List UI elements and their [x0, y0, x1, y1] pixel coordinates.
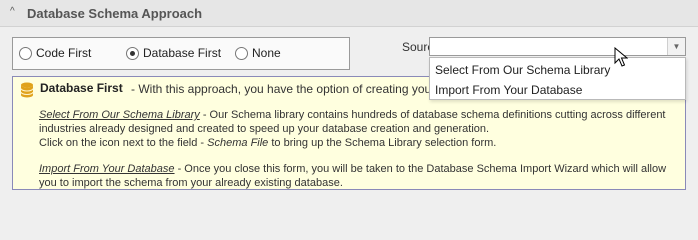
radio-circle[interactable]: [126, 46, 139, 60]
import-database-link[interactable]: Import From Your Database: [39, 163, 175, 175]
info-title: Database First: [40, 81, 123, 95]
approach-radio-group: Code First Database First None: [12, 37, 350, 70]
radio-label[interactable]: Database First: [143, 46, 221, 60]
info-text: Click on the icon next to the field -: [39, 137, 208, 149]
radio-circle[interactable]: [235, 46, 248, 60]
radio-label[interactable]: Code First: [36, 46, 91, 60]
group-title: Database Schema Approach: [27, 6, 203, 21]
info-intro: - With this approach, you have the optio…: [131, 82, 464, 96]
dropdown-option[interactable]: Import From Your Database: [435, 83, 582, 97]
chevron-up-icon[interactable]: ^: [10, 6, 15, 17]
dropdown-option[interactable]: Select From Our Schema Library: [435, 63, 610, 77]
source-dropdown-list[interactable]: Select From Our Schema Library Import Fr…: [429, 57, 686, 100]
radio-circle[interactable]: [19, 46, 32, 60]
schema-library-link[interactable]: Select From Our Schema Library: [39, 109, 200, 121]
mouse-pointer-icon: [614, 47, 628, 67]
schema-file-emphasis: Schema File: [207, 137, 269, 149]
radio-none[interactable]: None: [235, 46, 281, 60]
radio-code-first[interactable]: Code First: [19, 46, 91, 60]
chevron-down-icon[interactable]: ▼: [667, 38, 685, 55]
info-body: Select From Our Schema Library - Our Sch…: [39, 108, 679, 189]
radio-database-first[interactable]: Database First: [126, 46, 221, 60]
database-icon: [20, 82, 34, 98]
radio-label[interactable]: None: [252, 46, 281, 60]
info-text: to bring up the Schema Library selection…: [268, 137, 497, 149]
group-header[interactable]: ^ Database Schema Approach: [0, 0, 698, 27]
source-combobox[interactable]: ▼: [429, 37, 686, 56]
